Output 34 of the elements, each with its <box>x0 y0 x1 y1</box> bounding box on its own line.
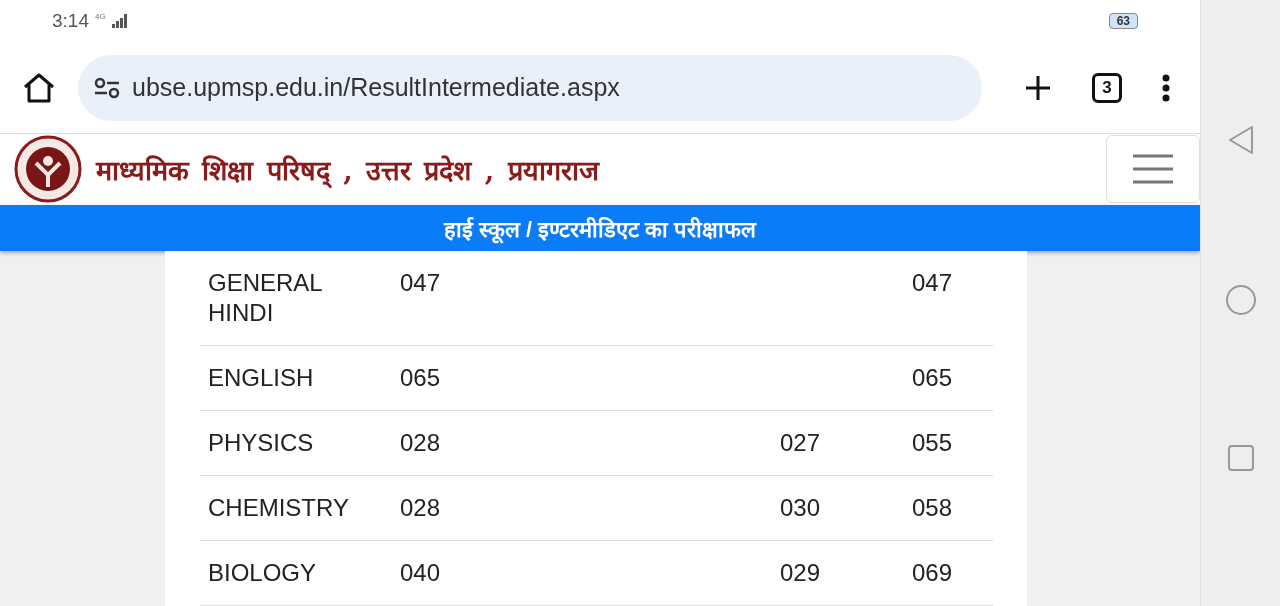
table-cell-text: 027 <box>780 428 822 458</box>
tab-count-button[interactable]: 3 <box>1092 72 1122 103</box>
url-text: ubse.upmsp.edu.in/ResultIntermediate.aspx <box>132 73 620 103</box>
table-cell-text: 030 <box>780 493 822 523</box>
site-settings-icon[interactable] <box>94 76 120 99</box>
address-bar[interactable]: ubse.upmsp.edu.in/ResultIntermediate.aspx <box>78 54 982 121</box>
table-cell-text: 069 <box>912 558 954 588</box>
emblem-logo-icon <box>14 135 82 204</box>
result-banner: हाई स्कूल / इण्टरमीडिएट का परीक्षाफल <box>0 205 1200 251</box>
signal-icon <box>111 14 128 29</box>
table-cell-text: ENGLISH <box>208 363 315 393</box>
table-cell-text: BIOLOGY <box>208 558 318 588</box>
table-cell-text: 047 <box>400 268 442 298</box>
table-cell-text: 065 <box>912 363 954 393</box>
home-icon[interactable] <box>22 71 56 104</box>
table-cell-text: 040 <box>400 558 442 588</box>
table-cell-text: 047 <box>912 268 954 298</box>
table-cell-text: 028 <box>400 493 442 523</box>
site-title: माध्यमिक शिक्षा परिषद् , उत्तर प्रदेश , प्रयागराज <box>96 153 599 188</box>
table-cell-text: 028 <box>400 428 442 458</box>
table-cell-text: 065 <box>400 363 442 393</box>
menu-icon <box>1132 154 1174 185</box>
more-menu-icon[interactable] <box>1162 73 1170 102</box>
network-type: 4G <box>95 12 106 21</box>
table-cell-text: 055 <box>912 428 954 458</box>
table-cell-text: CHEMISTRY <box>208 493 348 523</box>
table-cell-text: PHYSICS <box>208 428 315 458</box>
table-cell-text: 058 <box>912 493 954 523</box>
status-time: 3:14 <box>52 10 89 33</box>
table-cell-text: 029 <box>780 558 822 588</box>
menu-button[interactable] <box>1106 135 1200 204</box>
battery-indicator: 63 <box>1108 13 1138 30</box>
plus-icon[interactable] <box>1024 73 1052 102</box>
table-cell-text: GENERAL HINDI <box>208 268 323 328</box>
